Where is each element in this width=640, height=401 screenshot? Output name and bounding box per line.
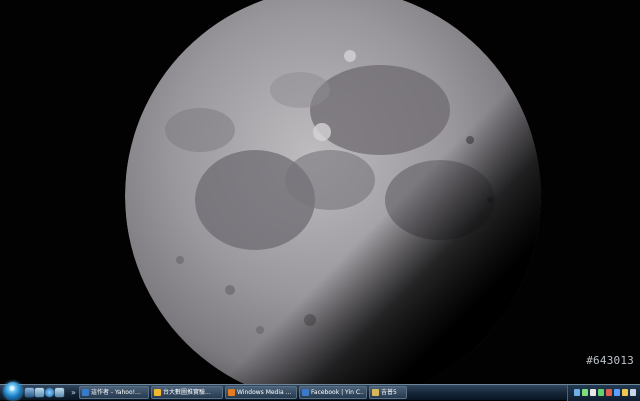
taskbar-button[interactable]: 這作者 - Yahoo!... xyxy=(79,386,149,399)
ie-icon xyxy=(302,389,309,396)
battery-icon[interactable] xyxy=(630,389,636,396)
taskbar-button-label: 吉普5 xyxy=(381,388,397,396)
ie-icon xyxy=(82,389,89,396)
volume-icon[interactable] xyxy=(590,389,596,396)
ie-icon[interactable] xyxy=(45,388,54,397)
image-watermark: #643013 xyxy=(586,354,634,367)
update-icon[interactable] xyxy=(614,389,620,396)
taskbar-button-label: Facebook | Yin C... xyxy=(311,388,364,396)
desktop-wallpaper: #643013 xyxy=(0,0,640,384)
messenger-icon[interactable] xyxy=(598,389,604,396)
taskbar: » 這作者 - Yahoo!... 台大數圖推實驗... Windows Media… xyxy=(0,381,640,401)
taskbar-button[interactable]: 吉普5 xyxy=(369,386,407,399)
network-icon[interactable] xyxy=(574,389,580,396)
taskbar-button-label: 這作者 - Yahoo!... xyxy=(91,388,141,396)
taskbar-button[interactable]: 台大數圖推實驗... xyxy=(151,386,223,399)
folder-icon[interactable] xyxy=(55,388,64,397)
folder-icon xyxy=(372,389,379,396)
moon-image xyxy=(125,0,541,384)
media-player-icon xyxy=(228,389,235,396)
system-tray xyxy=(567,384,640,401)
taskbar-button[interactable]: Facebook | Yin C... xyxy=(299,386,367,399)
taskbar-button-label: Windows Media ... xyxy=(237,388,292,396)
antivirus-icon[interactable] xyxy=(606,389,612,396)
taskbar-button[interactable]: Windows Media ... xyxy=(225,386,297,399)
taskbar-buttons: 這作者 - Yahoo!... 台大數圖推實驗... Windows Media .… xyxy=(79,386,407,399)
quick-launch-overflow-icon[interactable]: » xyxy=(69,385,78,401)
input-method-icon[interactable] xyxy=(622,389,628,396)
msn-icon xyxy=(154,389,161,396)
start-button[interactable] xyxy=(4,381,22,400)
quick-launch-bar xyxy=(25,388,64,397)
taskbar-button-label: 台大數圖推實驗... xyxy=(163,388,211,396)
security-icon[interactable] xyxy=(582,389,588,396)
switch-windows-icon[interactable] xyxy=(35,388,44,397)
show-desktop-icon[interactable] xyxy=(25,388,34,397)
